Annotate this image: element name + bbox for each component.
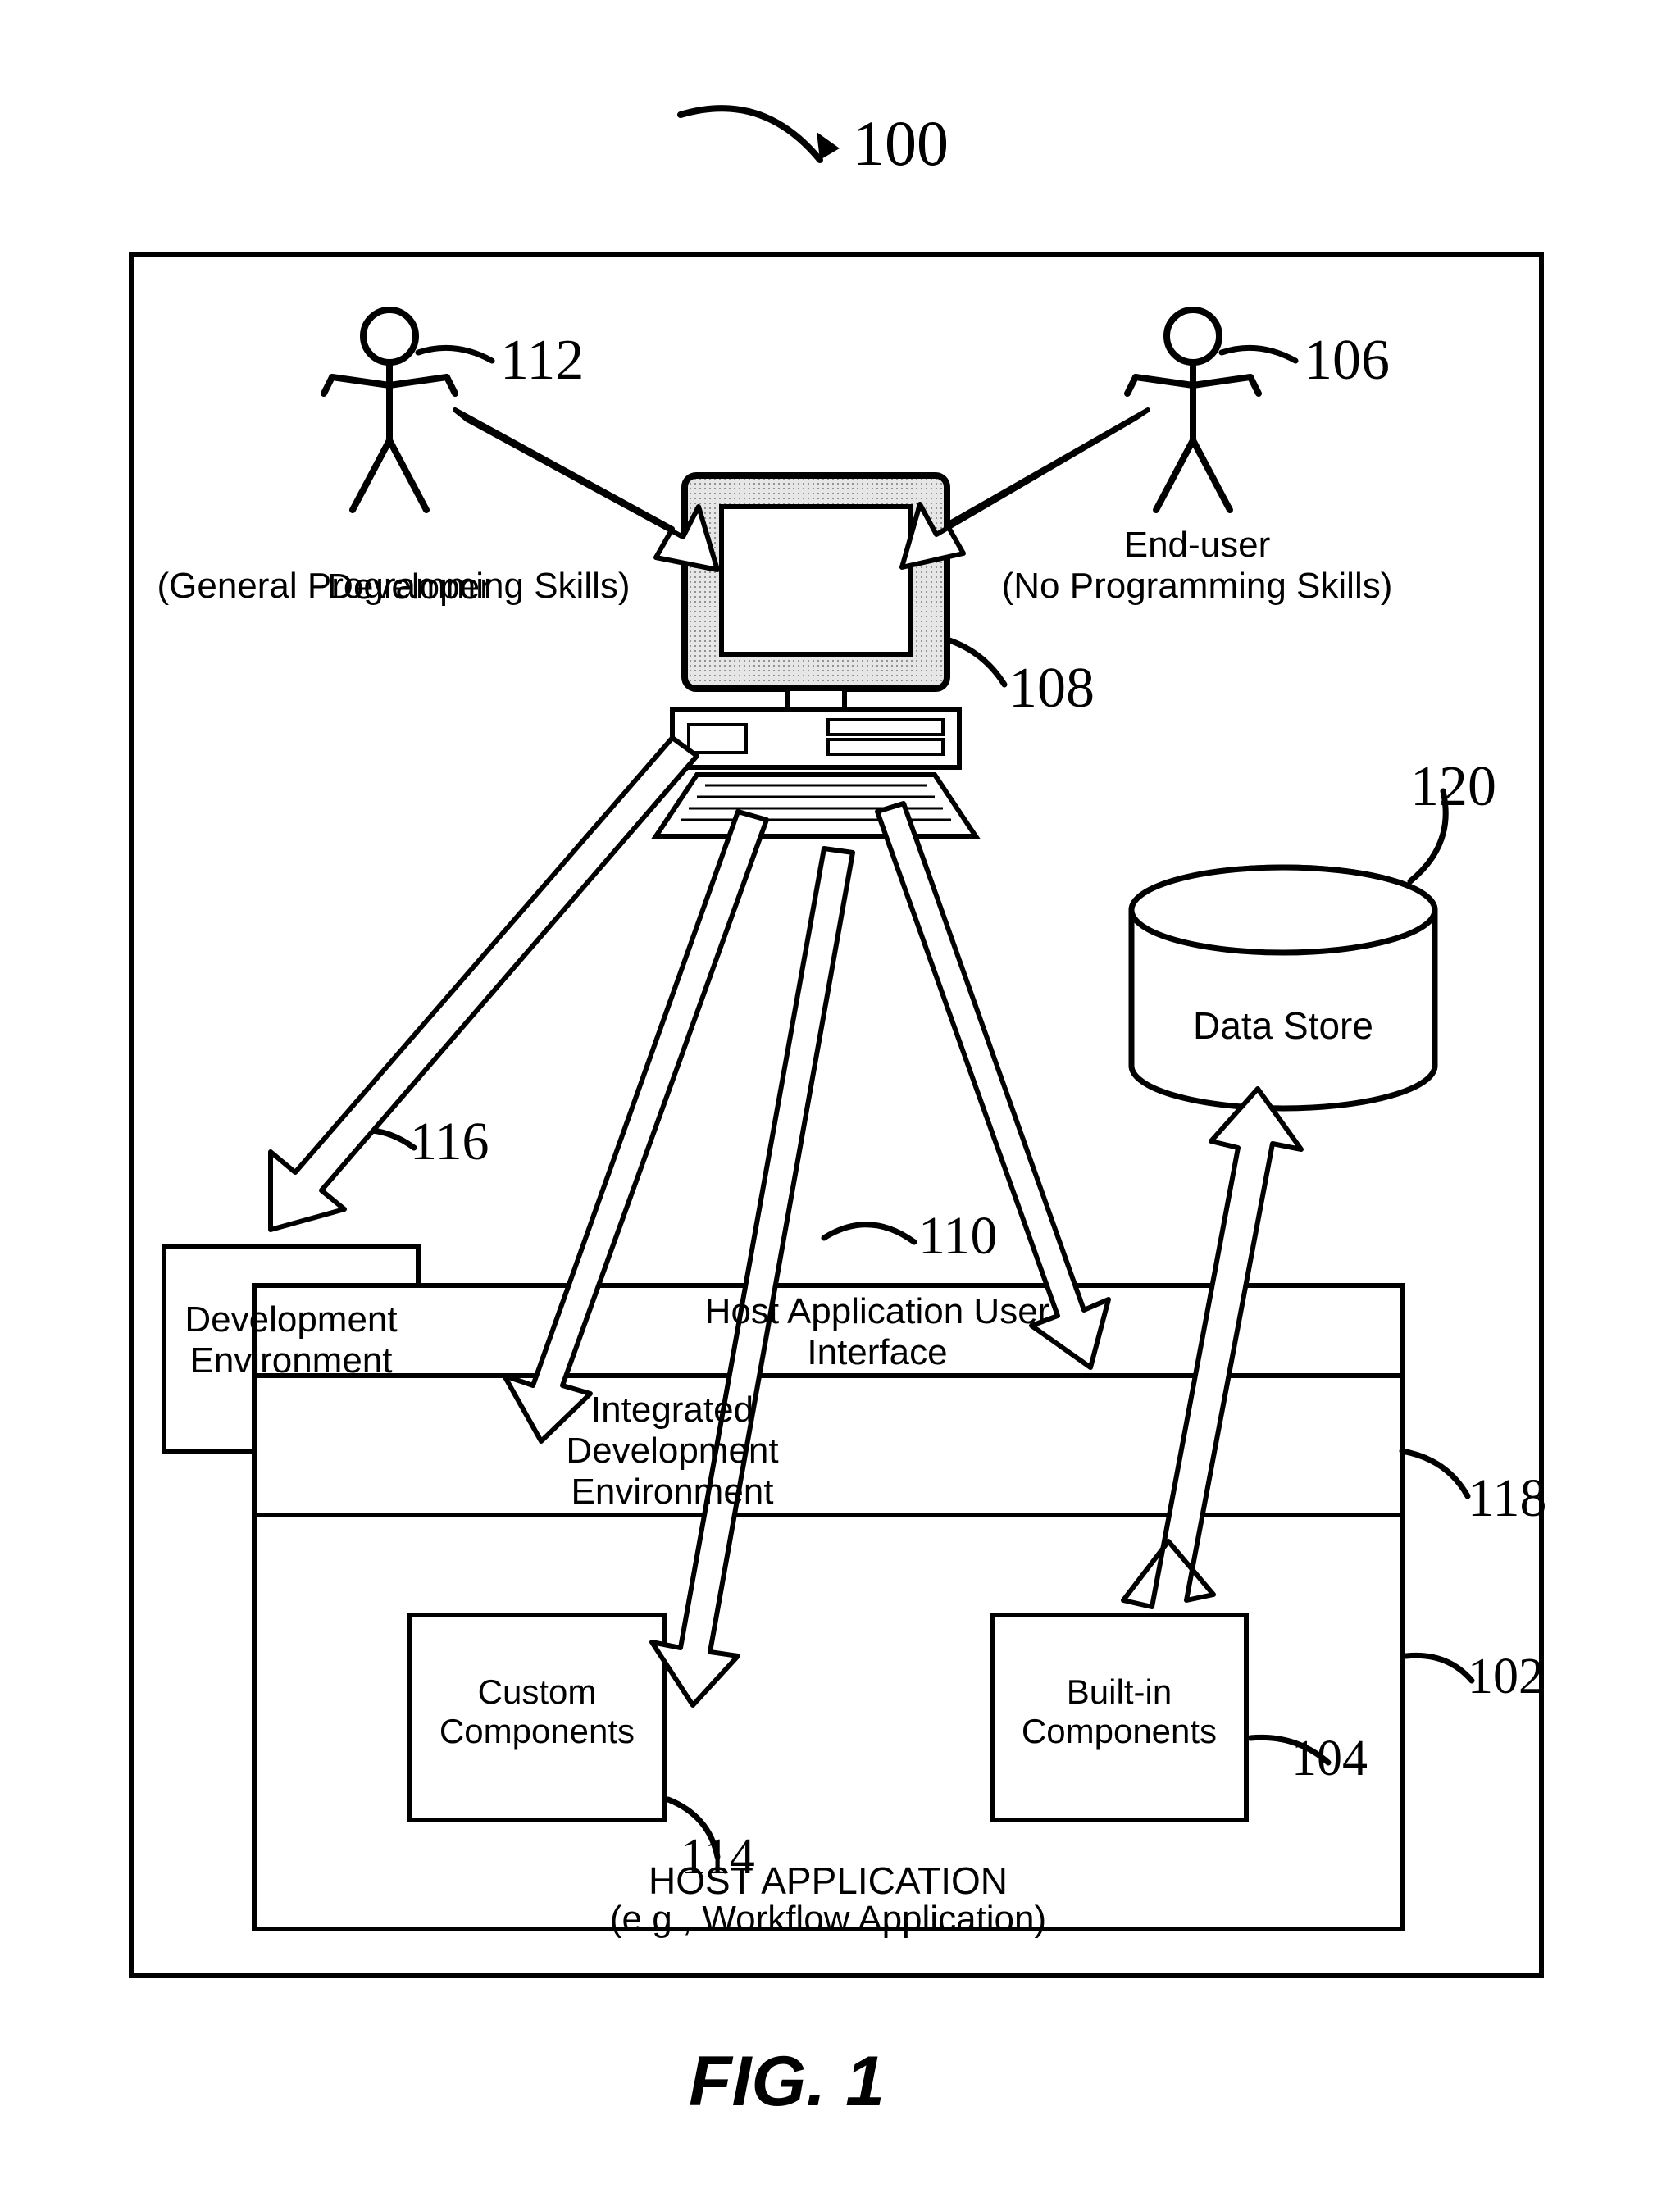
host-app-subtitle: (e.g., Workflow Application) xyxy=(500,1899,1156,1940)
end-user-subtitle: (No Programming Skills) xyxy=(967,566,1427,607)
ref-computer: 108 xyxy=(1008,656,1095,722)
ide-label: Integrated Development Environment xyxy=(508,1390,836,1513)
custom-label: Custom Components xyxy=(418,1672,656,1751)
ref-host-app: 102 xyxy=(1468,1648,1544,1706)
arrow-computer-to-hostui xyxy=(877,803,1109,1367)
developer-icon xyxy=(324,310,455,510)
host-ui-label: Host Application User Interface xyxy=(672,1291,1082,1373)
ref-end-user: 106 xyxy=(1304,328,1390,394)
builtin-label: Built-in Components xyxy=(1000,1672,1238,1751)
ref-developer: 112 xyxy=(500,328,584,394)
data-store-icon xyxy=(1131,867,1435,1108)
diagram-root: 100 Developer (General Programming Skill… xyxy=(0,0,1680,2202)
ref-builtin: 104 xyxy=(1291,1730,1368,1788)
end-user-title: End-user xyxy=(1033,525,1361,566)
ref-host-ui: 110 xyxy=(918,1205,998,1267)
figure-caption: FIG. 1 xyxy=(689,2041,885,2122)
ref-dev-env: 116 xyxy=(410,1111,489,1173)
data-store-label: Data Store xyxy=(1172,1004,1394,1048)
ref-ide: 118 xyxy=(1468,1467,1547,1530)
host-app-title: HOST APPLICATION xyxy=(500,1859,1156,1903)
ref-data-store: 120 xyxy=(1410,754,1496,821)
developer-subtitle: (General Programming Skills) xyxy=(143,566,644,607)
ref-system: 100 xyxy=(853,107,949,180)
dev-env-label: Development Environment xyxy=(168,1299,414,1381)
